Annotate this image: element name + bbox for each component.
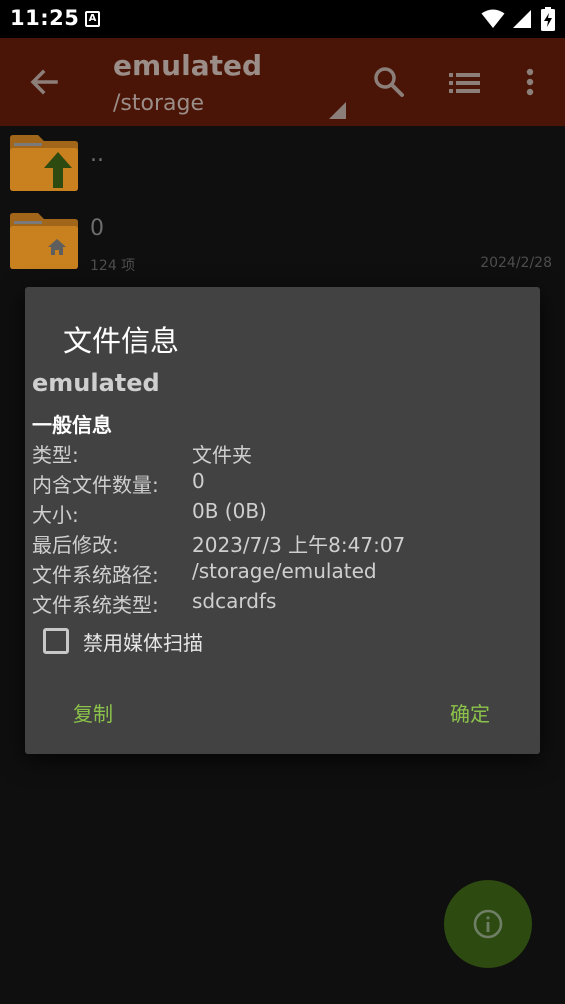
- info-value: 文件夹: [192, 443, 252, 467]
- info-label: 最后修改:: [32, 533, 119, 557]
- back-arrow-icon: [30, 69, 58, 95]
- notification-a-icon: A: [85, 11, 100, 27]
- more-options-button[interactable]: [516, 64, 544, 102]
- info-label: 文件系统路径:: [32, 563, 159, 587]
- more-vert-icon: [526, 68, 534, 96]
- info-row-fs-type: 文件系统类型: sdcardfs: [32, 589, 532, 619]
- dropdown-triangle-icon[interactable]: [329, 102, 346, 119]
- info-value: sdcardfs: [192, 589, 277, 613]
- list-view-icon: [449, 73, 480, 93]
- info-icon: [473, 909, 503, 939]
- folder-home-icon: [10, 213, 78, 269]
- dialog-title: 文件信息: [63, 324, 180, 358]
- ok-button[interactable]: 确定: [444, 694, 496, 731]
- search-button[interactable]: [370, 63, 408, 101]
- file-name: ..: [90, 142, 104, 167]
- info-row-path: 文件系统路径: /storage/emulated: [32, 559, 532, 589]
- info-value: 0B (0B): [192, 499, 267, 523]
- file-date: 2024/2/28: [480, 255, 552, 271]
- path-subtitle[interactable]: /storage: [113, 91, 204, 116]
- file-info-dialog: 文件信息 emulated 一般信息 类型: 文件夹 内含文件数量: 0 大小:…: [25, 287, 540, 754]
- info-label: 内含文件数量:: [32, 473, 159, 497]
- section-title: 一般信息: [32, 413, 112, 437]
- app-bar: emulated /storage: [0, 38, 565, 126]
- status-bar: 11:25 A: [0, 0, 565, 38]
- file-item-count: 124 项: [90, 258, 136, 274]
- info-row-file-count: 内含文件数量: 0: [32, 469, 532, 499]
- checkbox-label: 禁用媒体扫描: [83, 631, 203, 655]
- info-value: 2023/7/3 上午8:47:07: [192, 533, 406, 557]
- dialog-file-name: emulated: [32, 369, 160, 397]
- search-icon: [374, 67, 404, 97]
- list-item[interactable]: ..: [0, 130, 565, 206]
- checkbox-box[interactable]: [43, 628, 69, 654]
- file-name: 0: [90, 216, 104, 241]
- disable-media-scan-checkbox[interactable]: 禁用媒体扫描: [41, 625, 341, 657]
- info-row-size: 大小: 0B (0B): [32, 499, 532, 529]
- info-label: 大小:: [32, 503, 79, 527]
- info-row-type: 类型: 文件夹: [32, 439, 532, 469]
- folder-up-icon: [10, 135, 78, 191]
- info-label: 类型:: [32, 443, 79, 467]
- back-button[interactable]: [22, 60, 66, 104]
- info-fab-button[interactable]: [444, 880, 532, 968]
- copy-button[interactable]: 复制: [67, 694, 119, 731]
- list-view-button[interactable]: [446, 64, 484, 102]
- signal-icon: [513, 10, 531, 28]
- info-label: 文件系统类型:: [32, 593, 159, 617]
- info-value: /storage/emulated: [192, 559, 377, 583]
- battery-charging-icon: [541, 7, 555, 31]
- status-time: 11:25: [10, 6, 80, 30]
- info-row-modified: 最后修改: 2023/7/3 上午8:47:07: [32, 529, 532, 559]
- info-value: 0: [192, 469, 205, 493]
- wifi-icon: [481, 9, 505, 28]
- app-bar-title: emulated: [113, 49, 263, 82]
- list-item[interactable]: 0 124 项 2024/2/28: [0, 208, 565, 284]
